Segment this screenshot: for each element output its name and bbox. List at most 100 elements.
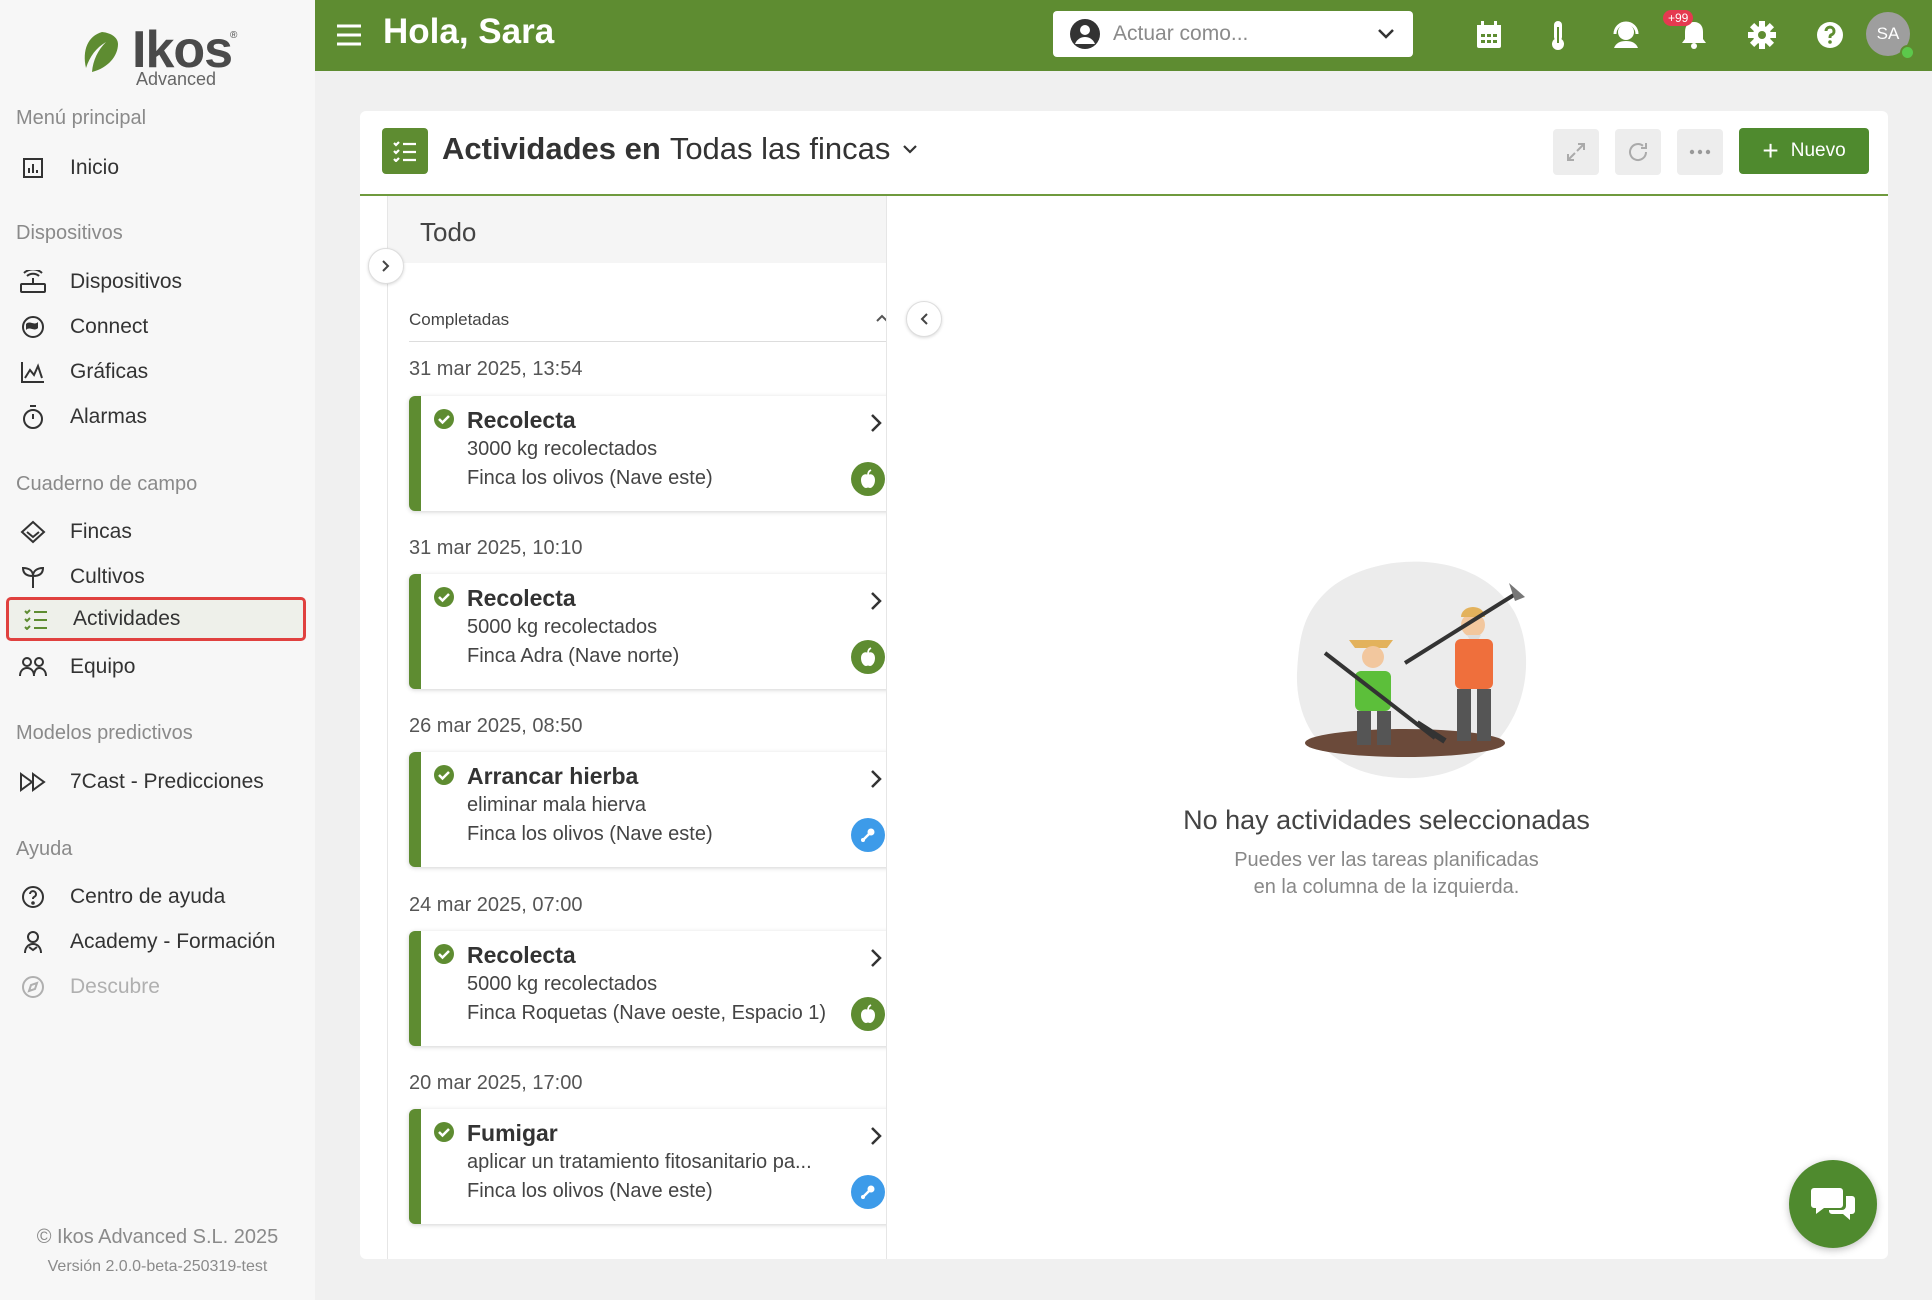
harvest-tag-icon (851, 997, 885, 1031)
logo-subtitle: Advanced (136, 69, 217, 89)
column-title: Todo (420, 217, 477, 247)
sidebar-item-label: Cultivos (70, 565, 145, 588)
activity-date: 31 mar 2025, 10:10 (409, 537, 583, 559)
sprout-icon (16, 563, 50, 591)
farm-scope-select[interactable]: Todas las fincas (670, 131, 891, 167)
refresh-button[interactable] (1615, 129, 1661, 175)
leaf-logo-icon (84, 32, 118, 72)
activity-location: Finca Roquetas (Nave oeste, Espacio 1) (467, 1002, 827, 1024)
activity-card[interactable]: Recolecta 5000 kg recolectados Finca Roq… (409, 931, 886, 1046)
sidebar-item-fincas[interactable]: Fincas (6, 510, 306, 554)
activity-location: Finca Adra (Nave norte) (467, 645, 680, 667)
router-icon (16, 268, 50, 296)
more-options-button[interactable] (1677, 129, 1723, 175)
chart-bar-icon (16, 154, 50, 182)
activity-detail: eliminar mala hierva (467, 794, 646, 816)
team-icon (16, 653, 50, 681)
activity-location: Finca los olivos (Nave este) (467, 1180, 713, 1202)
online-status-dot (1900, 45, 1915, 60)
sidebar-item-label: Centro de ayuda (70, 885, 226, 908)
activity-detail: 3000 kg recolectados (467, 438, 658, 460)
sidebar-item-descubre[interactable]: Descubre (6, 965, 306, 1009)
sidebar-item-label: Alarmas (70, 405, 148, 428)
activity-card[interactable]: Recolecta 5000 kg recolectados Finca Adr… (409, 574, 886, 689)
activity-title: Recolecta (467, 407, 576, 433)
act-as-select[interactable]: Actuar como... (1053, 11, 1413, 57)
act-as-placeholder: Actuar como... (1113, 22, 1249, 45)
sidebar-item-label: Dispositivos (70, 270, 183, 293)
activity-card[interactable]: Arrancar hierba eliminar mala hierva Fin… (409, 752, 886, 867)
activities-list-column: Todo Completadas 31 mar 2025, 13:54 Reco… (387, 196, 887, 1259)
activity-date: 31 mar 2025, 13:54 (409, 358, 583, 380)
help-circle-icon (16, 883, 50, 911)
activity-card[interactable]: Recolecta 3000 kg recolectados Finca los… (409, 396, 886, 511)
sidebar-item-actividades[interactable]: Actividades (6, 597, 306, 641)
empty-state-title: No hay actividades seleccionadas (1183, 805, 1590, 835)
ikos-logo[interactable]: Ikos ® Advanced (78, 21, 248, 92)
group-label: Completadas (409, 310, 510, 329)
area-chart-icon (16, 358, 50, 386)
sidebar-item-connect[interactable]: Connect (6, 305, 306, 349)
activity-detail: aplicar un tratamiento fitosanitario pa.… (467, 1151, 812, 1173)
activity-date: 20 mar 2025, 17:00 (409, 1072, 583, 1094)
expand-button[interactable] (1553, 129, 1599, 175)
sidebar-item-alarmas[interactable]: Alarmas (6, 395, 306, 439)
harvest-tag-icon (851, 640, 885, 674)
sidebar-item-graficas[interactable]: Gráficas (6, 350, 306, 394)
new-activity-button[interactable]: + Nuevo (1739, 128, 1869, 174)
sidebar-item-cultivos[interactable]: Cultivos (6, 555, 306, 599)
activity-date: 26 mar 2025, 08:50 (409, 715, 583, 737)
farmers-illustration (1296, 561, 1527, 779)
sidebar-item-label: Academy - Formación (70, 930, 276, 953)
task-list-icon (382, 128, 428, 174)
activity-location: Finca los olivos (Nave este) (467, 823, 713, 845)
help-icon[interactable] (1809, 14, 1851, 56)
thermometer-icon[interactable] (1537, 14, 1579, 56)
activity-location: Finca los olivos (Nave este) (467, 467, 713, 489)
chat-bubbles-icon (1811, 1188, 1855, 1220)
activity-title: Fumigar (467, 1120, 558, 1146)
sidebar-item-inicio[interactable]: Inicio (6, 146, 306, 190)
chevron-down-icon (1378, 29, 1394, 39)
sidebar: Ikos ® Advanced Menú principal Inicio Di… (0, 0, 315, 1300)
page-title: Actividades en Todas las fincas (442, 131, 918, 167)
chevron-right-icon (871, 592, 882, 610)
calendar-icon[interactable] (1468, 14, 1510, 56)
fast-forward-icon (16, 768, 50, 796)
tool-tag-icon (851, 818, 885, 852)
completed-group-header[interactable]: Completadas (409, 306, 886, 342)
activity-card[interactable]: Fumigar aplicar un tratamiento fitosanit… (409, 1109, 886, 1224)
chevron-right-icon (871, 414, 882, 432)
task-list-icon (19, 605, 53, 633)
chevron-right-icon (382, 260, 390, 272)
sidebar-item-help-center[interactable]: Centro de ayuda (6, 875, 306, 919)
sidebar-item-label: Gráficas (70, 360, 149, 383)
support-icon[interactable] (1605, 14, 1647, 56)
topbar: Hola, Sara Actuar como... +99 SA (315, 0, 1932, 71)
hamburger-menu-icon[interactable] (335, 22, 363, 48)
activity-detail: 5000 kg recolectados (467, 973, 658, 995)
activity-date: 24 mar 2025, 07:00 (409, 894, 583, 916)
sidebar-item-academy[interactable]: Academy - Formación (6, 920, 306, 964)
page-title-prefix: Actividades en (442, 131, 661, 166)
section-title-main: Menú principal (16, 107, 147, 129)
empty-state-subtitle-2: en la columna de la izquierda. (1253, 876, 1520, 898)
sidebar-item-label: Actividades (73, 607, 181, 630)
chat-support-button[interactable] (1789, 1160, 1877, 1248)
sidebar-item-dispositivos[interactable]: Dispositivos (6, 260, 306, 304)
expand-column-button[interactable] (368, 248, 404, 284)
sidebar-item-7cast[interactable]: 7Cast - Predicciones (6, 760, 306, 804)
ellipsis-icon (1689, 149, 1711, 155)
connect-icon (16, 313, 50, 341)
harvest-tag-icon (851, 462, 885, 496)
chevron-down-icon[interactable] (902, 144, 918, 154)
sidebar-item-equipo[interactable]: Equipo (6, 645, 306, 689)
gear-icon[interactable] (1741, 14, 1783, 56)
check-circle-icon (434, 765, 454, 785)
section-title-help: Ayuda (16, 838, 73, 860)
empty-state: No hay actividades seleccionadas Puedes … (885, 196, 1888, 1259)
empty-state-subtitle-1: Puedes ver las tareas planificadas (1234, 849, 1539, 871)
greeting: Hola, Sara (383, 12, 555, 51)
activity-title: Arrancar hierba (467, 763, 639, 789)
version: Versión 2.0.0-beta-250319-test (47, 1258, 268, 1275)
